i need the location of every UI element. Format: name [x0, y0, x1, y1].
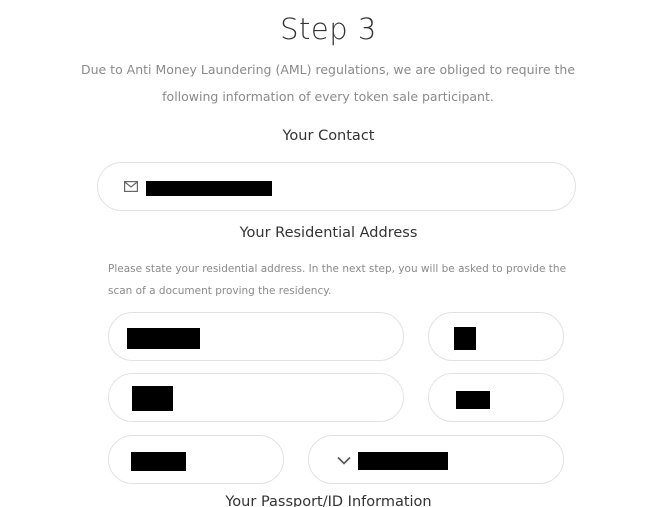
redacted-house-number-value [454, 327, 476, 350]
region-field[interactable] [108, 435, 284, 484]
redacted-city-value [132, 386, 173, 411]
chevron-down-icon [337, 456, 351, 465]
redacted-email-value [146, 181, 272, 196]
email-field[interactable] [97, 162, 576, 211]
residential-address-heading: Your Residential Address [239, 225, 418, 241]
aml-intro-text: Due to Anti Money Laundering (AML) regul… [80, 62, 576, 104]
redacted-postal-code-value [456, 391, 490, 409]
city-field[interactable] [108, 373, 404, 422]
mail-icon [124, 181, 138, 192]
passport-heading: Your Passport/ID Information [225, 494, 432, 507]
street-address-field[interactable] [108, 312, 404, 361]
residential-address-note: Please state your residential address. I… [108, 263, 567, 297]
country-select[interactable] [308, 435, 564, 484]
house-number-field[interactable] [428, 312, 564, 361]
redacted-country-value [358, 452, 448, 470]
postal-code-field[interactable] [428, 373, 564, 422]
redacted-street-value [127, 328, 200, 349]
aml-step-page: Step 3 Due to Anti Money Laundering (AML… [0, 0, 657, 507]
contact-heading: Your Contact [282, 128, 375, 144]
redacted-region-value [131, 452, 186, 471]
page-title: Step 3 [280, 12, 377, 46]
